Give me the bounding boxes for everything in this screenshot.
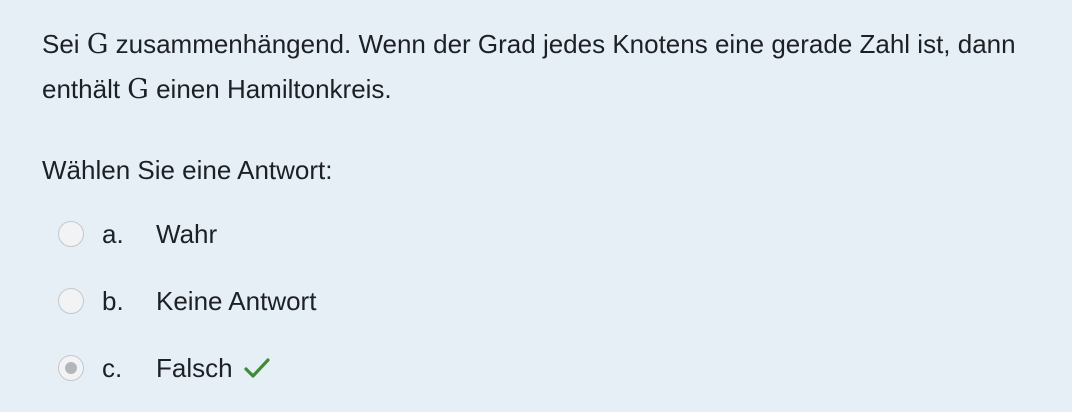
answer-label: Wahr [156,219,218,249]
answer-list: a. Wahr b. Keine Antwort c. Falsch [58,212,758,413]
radio-dot [65,362,77,374]
question-text: Sei G zusammenhängend. Wenn der Grad jed… [42,22,1052,112]
answer-letter: a. [102,219,124,249]
math-variable: G [127,74,149,105]
radio-button[interactable] [58,288,84,314]
math-variable: G [86,29,109,60]
answer-option-c: c. Falsch [58,346,758,413]
answer-option-b: b. Keine Antwort [58,279,758,346]
answer-letter: b. [102,286,124,316]
answer-letter: c. [102,353,123,383]
checkmark-icon [243,356,271,380]
answer-prompt: Wählen Sie eine Antwort: [42,155,333,185]
radio-button[interactable] [58,221,84,247]
question-panel: Sei G zusammenhängend. Wenn der Grad jed… [0,0,1072,412]
question-text-part: einen Hamiltonkreis. [148,74,392,104]
radio-button-selected[interactable] [58,355,84,381]
answer-label: Keine Antwort [156,286,317,316]
answer-option-a: a. Wahr [58,212,758,279]
question-text-part: Sei [42,29,87,59]
answer-label: Falsch [156,353,233,383]
